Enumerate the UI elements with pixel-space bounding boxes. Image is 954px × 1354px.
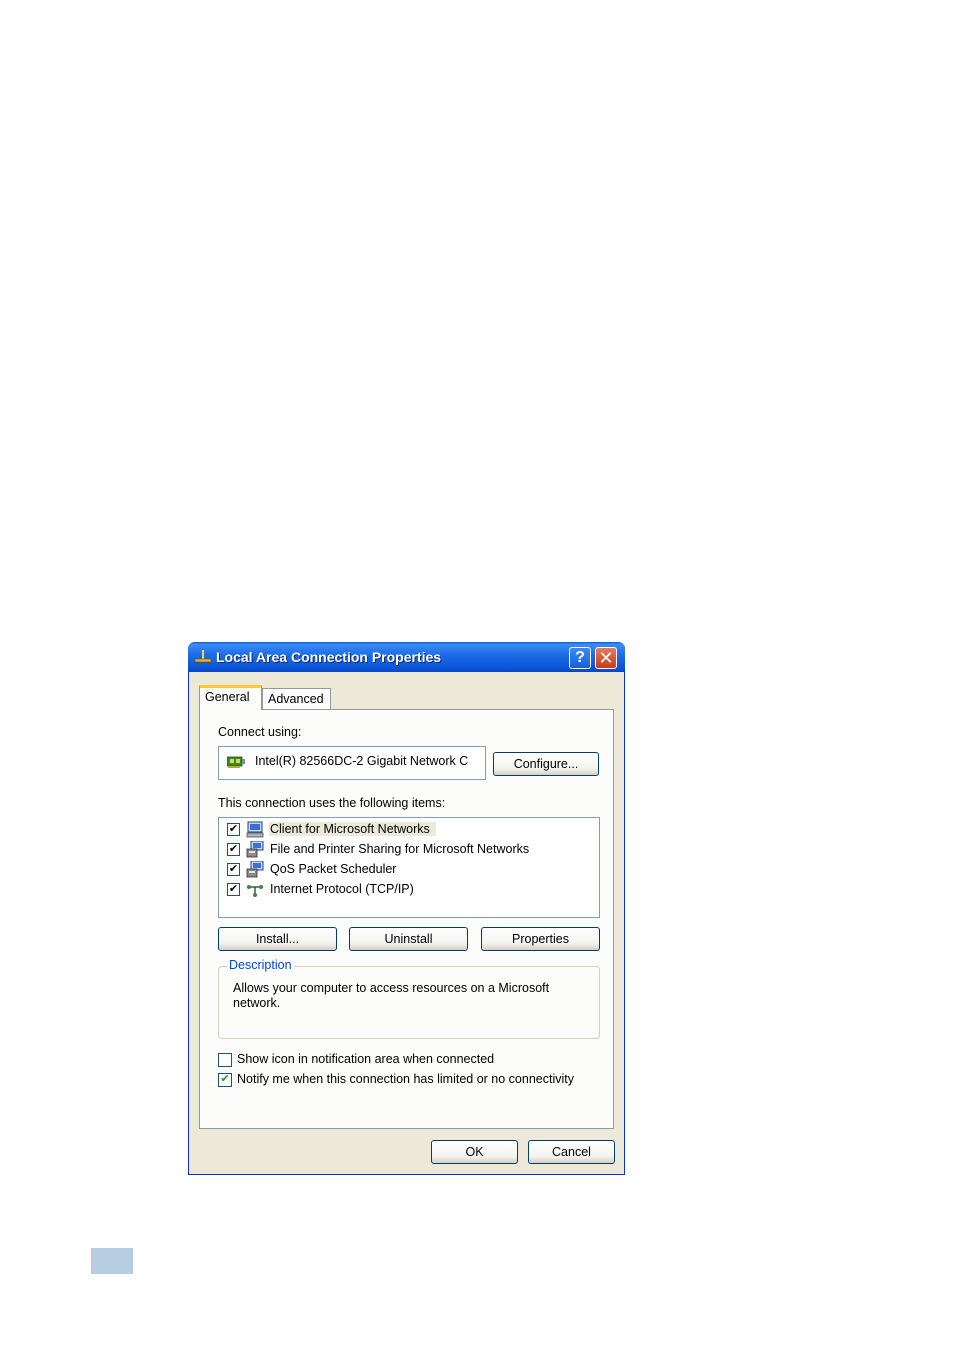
close-button[interactable]: ✕ xyxy=(595,647,617,669)
network-connection-icon xyxy=(194,650,212,664)
notify-label: Notify me when this connection has limit… xyxy=(237,1072,574,1086)
cancel-button[interactable]: Cancel xyxy=(528,1140,615,1164)
notify-checkbox[interactable]: ✔ xyxy=(218,1073,232,1087)
item-checkbox[interactable]: ✔ xyxy=(227,863,240,876)
description-legend: Description xyxy=(227,958,294,972)
uninstall-button[interactable]: Uninstall xyxy=(349,927,468,951)
general-tab-panel: Connect using: Intel(R) 82566DC-2 Gigabi… xyxy=(199,709,614,1129)
description-group: Description Allows your computer to acce… xyxy=(218,958,600,1039)
ok-button[interactable]: OK xyxy=(431,1140,518,1164)
network-protocol-icon xyxy=(247,885,263,897)
properties-button[interactable]: Properties xyxy=(481,927,600,951)
adapter-field[interactable]: Intel(R) 82566DC-2 Gigabit Network C xyxy=(218,746,486,780)
item-checkbox[interactable]: ✔ xyxy=(227,883,240,896)
window-title: Local Area Connection Properties xyxy=(216,649,442,665)
item-label: File and Printer Sharing for Microsoft N… xyxy=(270,842,530,856)
network-service-icon xyxy=(246,841,264,858)
item-checkbox[interactable]: ✔ xyxy=(227,843,240,856)
show-icon-checkbox[interactable] xyxy=(218,1053,232,1067)
page-tab-marker xyxy=(91,1248,133,1274)
items-label: This connection uses the following items… xyxy=(218,796,446,810)
tab-advanced[interactable]: Advanced xyxy=(262,688,331,709)
adapter-name: Intel(R) 82566DC-2 Gigabit Network C xyxy=(255,754,469,768)
network-service-icon xyxy=(246,861,264,878)
item-label: Internet Protocol (TCP/IP) xyxy=(270,882,414,896)
connect-using-label: Connect using: xyxy=(218,725,302,739)
tab-general[interactable]: General xyxy=(199,685,262,710)
item-label: QoS Packet Scheduler xyxy=(270,862,397,876)
network-client-icon xyxy=(246,821,264,838)
show-icon-label: Show icon in notification area when conn… xyxy=(237,1052,495,1066)
configure-button[interactable]: Configure... xyxy=(493,752,599,776)
item-checkbox[interactable]: ✔ xyxy=(227,823,240,836)
properties-dialog: Local Area Connection Properties ? ✕ Gen… xyxy=(188,642,625,1175)
item-label: Client for Microsoft Networks xyxy=(269,822,436,836)
network-adapter-icon xyxy=(227,756,245,768)
help-button[interactable]: ? xyxy=(569,647,591,669)
description-text: Allows your computer to access resources… xyxy=(233,981,550,1010)
install-button[interactable]: Install... xyxy=(218,927,337,951)
title-bar[interactable]: Local Area Connection Properties ? ✕ xyxy=(188,642,625,672)
components-list[interactable]: ✔ Client for Microsoft Networks ✔ File a… xyxy=(218,817,600,918)
